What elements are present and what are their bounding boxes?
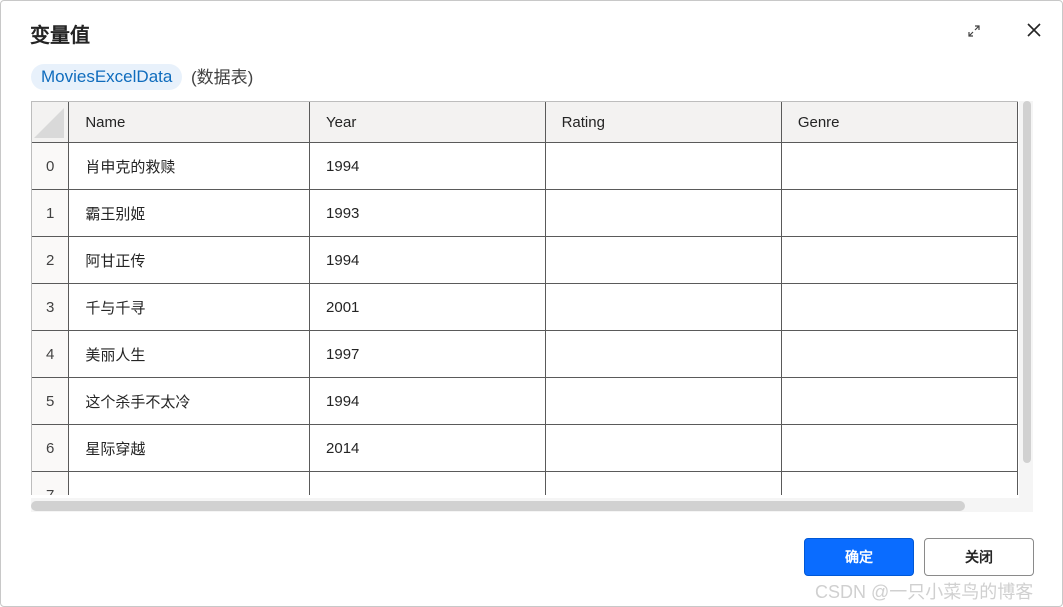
cell-genre[interactable] xyxy=(781,471,1018,495)
cell-year[interactable]: 1994 xyxy=(309,377,546,425)
expand-button[interactable] xyxy=(963,21,985,43)
table-row[interactable]: 5 这个杀手不太冷 1994 xyxy=(32,377,1018,425)
cell-name[interactable]: 霸王别姬 xyxy=(68,189,311,237)
cell-genre[interactable] xyxy=(781,142,1018,190)
ok-button[interactable]: 确定 xyxy=(804,538,914,576)
select-all-corner[interactable] xyxy=(32,102,70,143)
column-header-rating[interactable]: Rating xyxy=(545,102,782,143)
dialog-title: 变量值 xyxy=(30,23,90,47)
table-row[interactable]: 2 阿甘正传 1994 xyxy=(32,236,1018,284)
data-table: Name Year Rating Genre 0 肖申克的救赎 1994 1 霸… xyxy=(32,102,1018,495)
cell-genre[interactable] xyxy=(781,283,1018,331)
cell-name[interactable]: 肖申克的救赎 xyxy=(68,142,311,190)
cell-year[interactable]: 1994 xyxy=(309,236,546,284)
cell-year[interactable] xyxy=(309,471,546,495)
cell-genre[interactable] xyxy=(781,330,1018,378)
cell-year[interactable]: 2001 xyxy=(309,283,546,331)
table-row[interactable]: 0 肖申克的救赎 1994 xyxy=(32,142,1018,190)
row-index: 5 xyxy=(32,377,70,425)
row-index: 0 xyxy=(32,142,70,190)
cell-rating[interactable] xyxy=(545,424,782,472)
cell-genre[interactable] xyxy=(781,424,1018,472)
watermark: CSDN @一只小菜鸟的博客 xyxy=(815,582,1034,602)
cell-rating[interactable] xyxy=(545,471,782,495)
row-index: 6 xyxy=(32,424,70,472)
table-row[interactable]: 6 星际穿越 2014 xyxy=(32,424,1018,472)
cell-rating[interactable] xyxy=(545,330,782,378)
expand-icon xyxy=(967,23,981,42)
cell-rating[interactable] xyxy=(545,283,782,331)
close-icon xyxy=(1026,22,1042,42)
cell-name[interactable]: 千与千寻 xyxy=(68,283,311,331)
cell-name[interactable]: 星际穿越 xyxy=(68,424,311,472)
table-row[interactable]: 7 xyxy=(32,471,1018,495)
variable-type-label: (数据表) xyxy=(191,68,254,87)
row-index: 4 xyxy=(32,330,70,378)
row-index: 1 xyxy=(32,189,70,237)
row-index: 3 xyxy=(32,283,70,331)
row-index: 7 xyxy=(32,471,70,495)
table-row[interactable]: 3 千与千寻 2001 xyxy=(32,283,1018,331)
column-header-genre[interactable]: Genre xyxy=(781,102,1018,143)
cell-genre[interactable] xyxy=(781,236,1018,284)
cell-year[interactable]: 1993 xyxy=(309,189,546,237)
variable-name-chip: MoviesExcelData xyxy=(31,64,183,90)
cell-name[interactable] xyxy=(68,471,311,495)
column-header-name[interactable]: Name xyxy=(68,102,311,143)
cell-rating[interactable] xyxy=(545,142,782,190)
cell-rating[interactable] xyxy=(545,377,782,425)
cell-year[interactable]: 2014 xyxy=(309,424,546,472)
cell-name[interactable]: 美丽人生 xyxy=(68,330,311,378)
variable-value-dialog: 变量值 MoviesExcelData (数据表) Name Year Rati… xyxy=(0,0,1063,607)
cell-genre[interactable] xyxy=(781,377,1018,425)
table-row[interactable]: 4 美丽人生 1997 xyxy=(32,330,1018,378)
data-table-viewport: Name Year Rating Genre 0 肖申克的救赎 1994 1 霸… xyxy=(31,101,1018,495)
cell-rating[interactable] xyxy=(545,236,782,284)
table-row[interactable]: 1 霸王别姬 1993 xyxy=(32,189,1018,237)
vertical-scrollbar-thumb[interactable] xyxy=(1023,101,1031,463)
table-header-row: Name Year Rating Genre xyxy=(32,102,1018,143)
cell-name[interactable]: 这个杀手不太冷 xyxy=(68,377,311,425)
row-index: 2 xyxy=(32,236,70,284)
cell-genre[interactable] xyxy=(781,189,1018,237)
cell-name[interactable]: 阿甘正传 xyxy=(68,236,311,284)
close-button[interactable] xyxy=(1023,21,1045,43)
cell-rating[interactable] xyxy=(545,189,782,237)
cell-year[interactable]: 1997 xyxy=(309,330,546,378)
column-header-year[interactable]: Year xyxy=(309,102,546,143)
cancel-button[interactable]: 关闭 xyxy=(924,538,1034,576)
horizontal-scrollbar-thumb[interactable] xyxy=(31,501,965,511)
cell-year[interactable]: 1994 xyxy=(309,142,546,190)
